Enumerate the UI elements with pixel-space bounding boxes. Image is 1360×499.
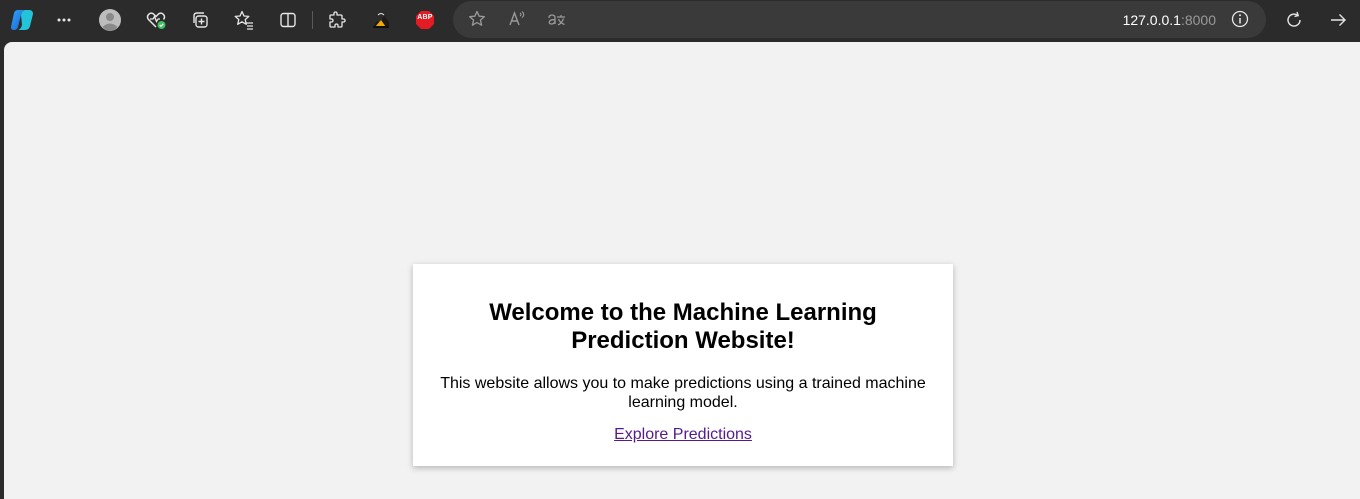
welcome-card: Welcome to the Machine Learning Predicti… (413, 264, 953, 466)
split-screen-icon[interactable] (274, 6, 302, 34)
collections-icon[interactable] (186, 6, 214, 34)
more-icon[interactable] (50, 6, 78, 34)
adblock-plus-icon[interactable]: ABP (411, 6, 439, 34)
toolbar-divider (312, 11, 313, 29)
extension-image-icon[interactable] (367, 6, 395, 34)
health-icon[interactable] (142, 6, 170, 34)
explore-predictions-link[interactable]: Explore Predictions (614, 426, 752, 444)
forward-icon[interactable] (1324, 6, 1352, 34)
site-info-icon[interactable] (1226, 5, 1254, 33)
page-viewport: Welcome to the Machine Learning Predicti… (4, 42, 1360, 499)
address-url[interactable]: 127.0.0.1:8000 (1123, 12, 1216, 28)
favorites-list-icon[interactable] (230, 6, 258, 34)
star-icon[interactable] (463, 5, 491, 33)
profile-avatar-icon[interactable] (96, 6, 124, 34)
address-port: :8000 (1180, 12, 1216, 28)
translate-icon[interactable] (543, 5, 571, 33)
browser-toolbar: ABP 127.0.0.1:8000 (0, 0, 1360, 40)
address-host: 127.0.0.1 (1122, 12, 1181, 28)
copilot-icon[interactable] (8, 6, 36, 34)
page-description: This website allows you to make predicti… (440, 375, 926, 411)
read-aloud-icon[interactable] (503, 5, 531, 33)
refresh-icon[interactable] (1280, 6, 1308, 34)
extensions-icon[interactable] (323, 6, 351, 34)
address-bar[interactable]: 127.0.0.1:8000 (453, 1, 1266, 38)
adblock-plus-label: ABP (417, 14, 433, 21)
page-title: Welcome to the Machine Learning Predicti… (489, 299, 877, 354)
